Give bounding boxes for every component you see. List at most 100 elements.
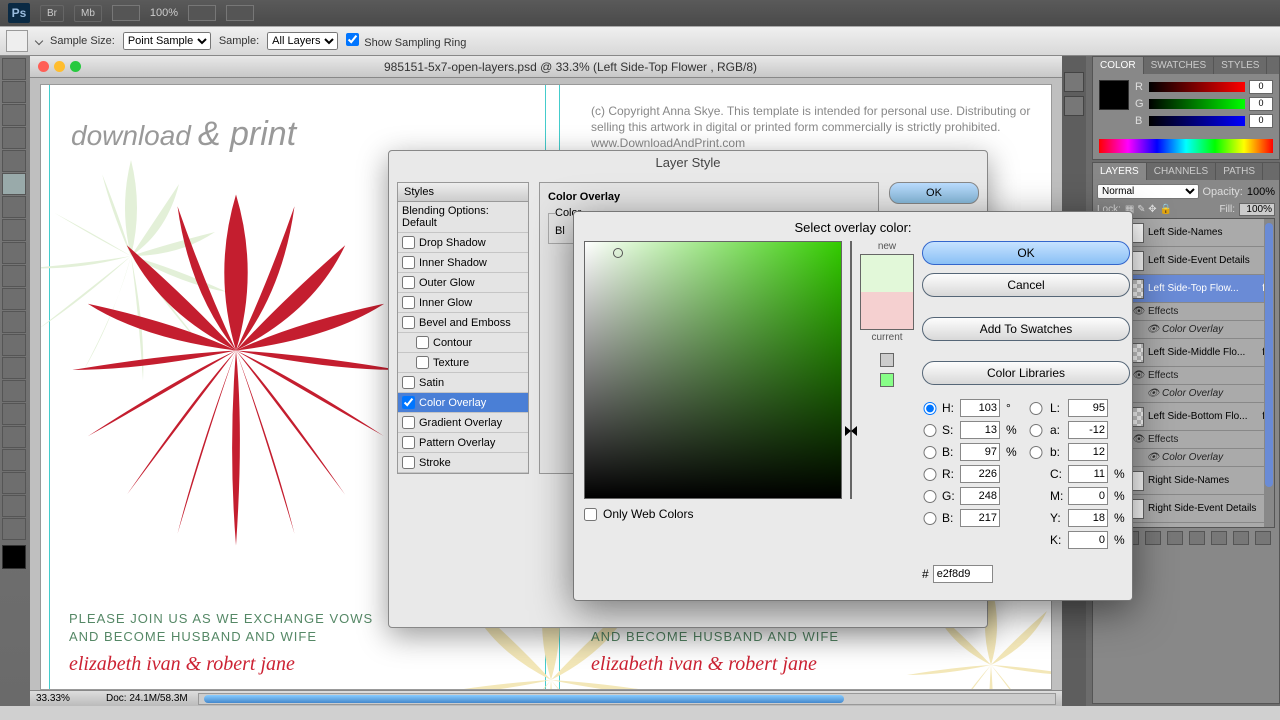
history-brush-tool[interactable]: [2, 265, 26, 287]
pen-tool[interactable]: [2, 380, 26, 402]
tool-preset-drop[interactable]: [35, 37, 43, 45]
sv-cursor[interactable]: [613, 248, 623, 258]
h-scrollbar[interactable]: [198, 693, 1056, 705]
marquee-tool[interactable]: [2, 81, 26, 103]
b-radio[interactable]: [1026, 446, 1046, 459]
new-layer-icon[interactable]: [1233, 531, 1249, 545]
mask-icon[interactable]: [1167, 531, 1183, 545]
ls-satin[interactable]: Satin: [398, 373, 528, 393]
ls-inner-glow[interactable]: Inner Glow: [398, 293, 528, 313]
hex-field[interactable]: [933, 565, 993, 583]
fg-bg-swatch[interactable]: [2, 545, 26, 569]
bc-radio[interactable]: [922, 512, 938, 525]
type-tool[interactable]: [2, 403, 26, 425]
ls-drop-shadow[interactable]: Drop Shadow: [398, 233, 528, 253]
screen-mode-dd[interactable]: [112, 5, 140, 21]
brush-tool[interactable]: [2, 219, 26, 241]
new-current-swatch[interactable]: [860, 254, 914, 330]
ls-gradient-overlay[interactable]: Gradient Overlay: [398, 413, 528, 433]
tab-styles[interactable]: STYLES: [1214, 57, 1267, 74]
minibridge-chip[interactable]: Mb: [74, 5, 102, 22]
tab-paths[interactable]: PATHS: [1216, 163, 1263, 180]
websafe-icon[interactable]: [880, 373, 894, 387]
s-field[interactable]: [960, 421, 1000, 439]
ls-outer-glow[interactable]: Outer Glow: [398, 273, 528, 293]
ls-texture[interactable]: Texture: [398, 353, 528, 373]
g-slider[interactable]: [1149, 99, 1245, 109]
b-slider[interactable]: [1149, 116, 1245, 126]
dodge-tool[interactable]: [2, 357, 26, 379]
gradient-tool[interactable]: [2, 311, 26, 333]
ls-ok-button[interactable]: OK: [889, 182, 979, 204]
hue-slider[interactable]: [850, 241, 852, 499]
l-field[interactable]: [1068, 399, 1108, 417]
r-field[interactable]: [960, 465, 1000, 483]
h-radio[interactable]: [922, 402, 938, 415]
crop-tool[interactable]: [2, 150, 26, 172]
stamp-tool[interactable]: [2, 242, 26, 264]
path-tool[interactable]: [2, 426, 26, 448]
bridge-chip[interactable]: Br: [40, 5, 64, 22]
b-field[interactable]: [1068, 443, 1108, 461]
sample-select[interactable]: All Layers: [267, 32, 338, 50]
bv-radio[interactable]: [922, 446, 938, 459]
s-radio[interactable]: [922, 424, 938, 437]
eyedropper-tool[interactable]: [2, 173, 26, 195]
tool-preset-icon[interactable]: [6, 30, 28, 52]
lasso-tool[interactable]: [2, 104, 26, 126]
layers-scrollbar[interactable]: [1264, 219, 1274, 527]
k-field[interactable]: [1068, 531, 1108, 549]
ls-contour[interactable]: Contour: [398, 333, 528, 353]
sv-field[interactable]: [584, 241, 842, 499]
picker-cancel-button[interactable]: Cancel: [922, 273, 1130, 297]
ls-bevel[interactable]: Bevel and Emboss: [398, 313, 528, 333]
tab-channels[interactable]: CHANNELS: [1147, 163, 1216, 180]
3d-tool[interactable]: [2, 472, 26, 494]
g-field[interactable]: [960, 487, 1000, 505]
trash-icon[interactable]: [1255, 531, 1271, 545]
view-dd[interactable]: [226, 5, 254, 21]
bc-field[interactable]: [960, 509, 1000, 527]
arrange-dd[interactable]: [188, 5, 216, 21]
ls-inner-shadow[interactable]: Inner Shadow: [398, 253, 528, 273]
a-field[interactable]: [1068, 421, 1108, 439]
heal-tool[interactable]: [2, 196, 26, 218]
hue-bar[interactable]: [1099, 139, 1273, 153]
dock-icon-1[interactable]: [1064, 72, 1084, 92]
show-ring-check[interactable]: Show Sampling Ring: [346, 33, 466, 49]
tab-layers[interactable]: LAYERS: [1093, 163, 1147, 180]
blending-options[interactable]: Blending Options: Default: [398, 202, 528, 233]
r-radio[interactable]: [922, 468, 938, 481]
m-field[interactable]: [1068, 487, 1108, 505]
move-tool[interactable]: [2, 58, 26, 80]
ls-pattern-overlay[interactable]: Pattern Overlay: [398, 433, 528, 453]
a-radio[interactable]: [1026, 424, 1046, 437]
bv-field[interactable]: [960, 443, 1000, 461]
zoom-tool[interactable]: [2, 518, 26, 540]
blur-tool[interactable]: [2, 334, 26, 356]
sample-size-select[interactable]: Point Sample: [123, 32, 211, 50]
group-icon[interactable]: [1211, 531, 1227, 545]
hand-tool[interactable]: [2, 495, 26, 517]
blend-mode-select[interactable]: Normal: [1097, 184, 1199, 199]
dock-icon-2[interactable]: [1064, 96, 1084, 116]
cube-icon[interactable]: [880, 353, 894, 367]
web-colors-check[interactable]: [584, 508, 597, 521]
zoom-level[interactable]: 100%: [150, 7, 178, 19]
styles-header[interactable]: Styles: [398, 183, 528, 202]
window-controls[interactable]: [38, 61, 81, 72]
picker-ok-button[interactable]: OK: [922, 241, 1130, 265]
opacity-field[interactable]: 100%: [1247, 186, 1275, 198]
color-libraries-button[interactable]: Color Libraries: [922, 361, 1130, 385]
r-slider[interactable]: [1149, 82, 1245, 92]
ls-color-overlay[interactable]: Color Overlay: [398, 393, 528, 413]
eraser-tool[interactable]: [2, 288, 26, 310]
zoom-field[interactable]: 33.33%: [36, 693, 96, 704]
h-field[interactable]: [960, 399, 1000, 417]
add-swatches-button[interactable]: Add To Swatches: [922, 317, 1130, 341]
g-radio[interactable]: [922, 490, 938, 503]
fg-swatch[interactable]: [1099, 80, 1129, 110]
shape-tool[interactable]: [2, 449, 26, 471]
tab-color[interactable]: COLOR: [1093, 57, 1144, 74]
tab-swatches[interactable]: SWATCHES: [1144, 57, 1215, 74]
